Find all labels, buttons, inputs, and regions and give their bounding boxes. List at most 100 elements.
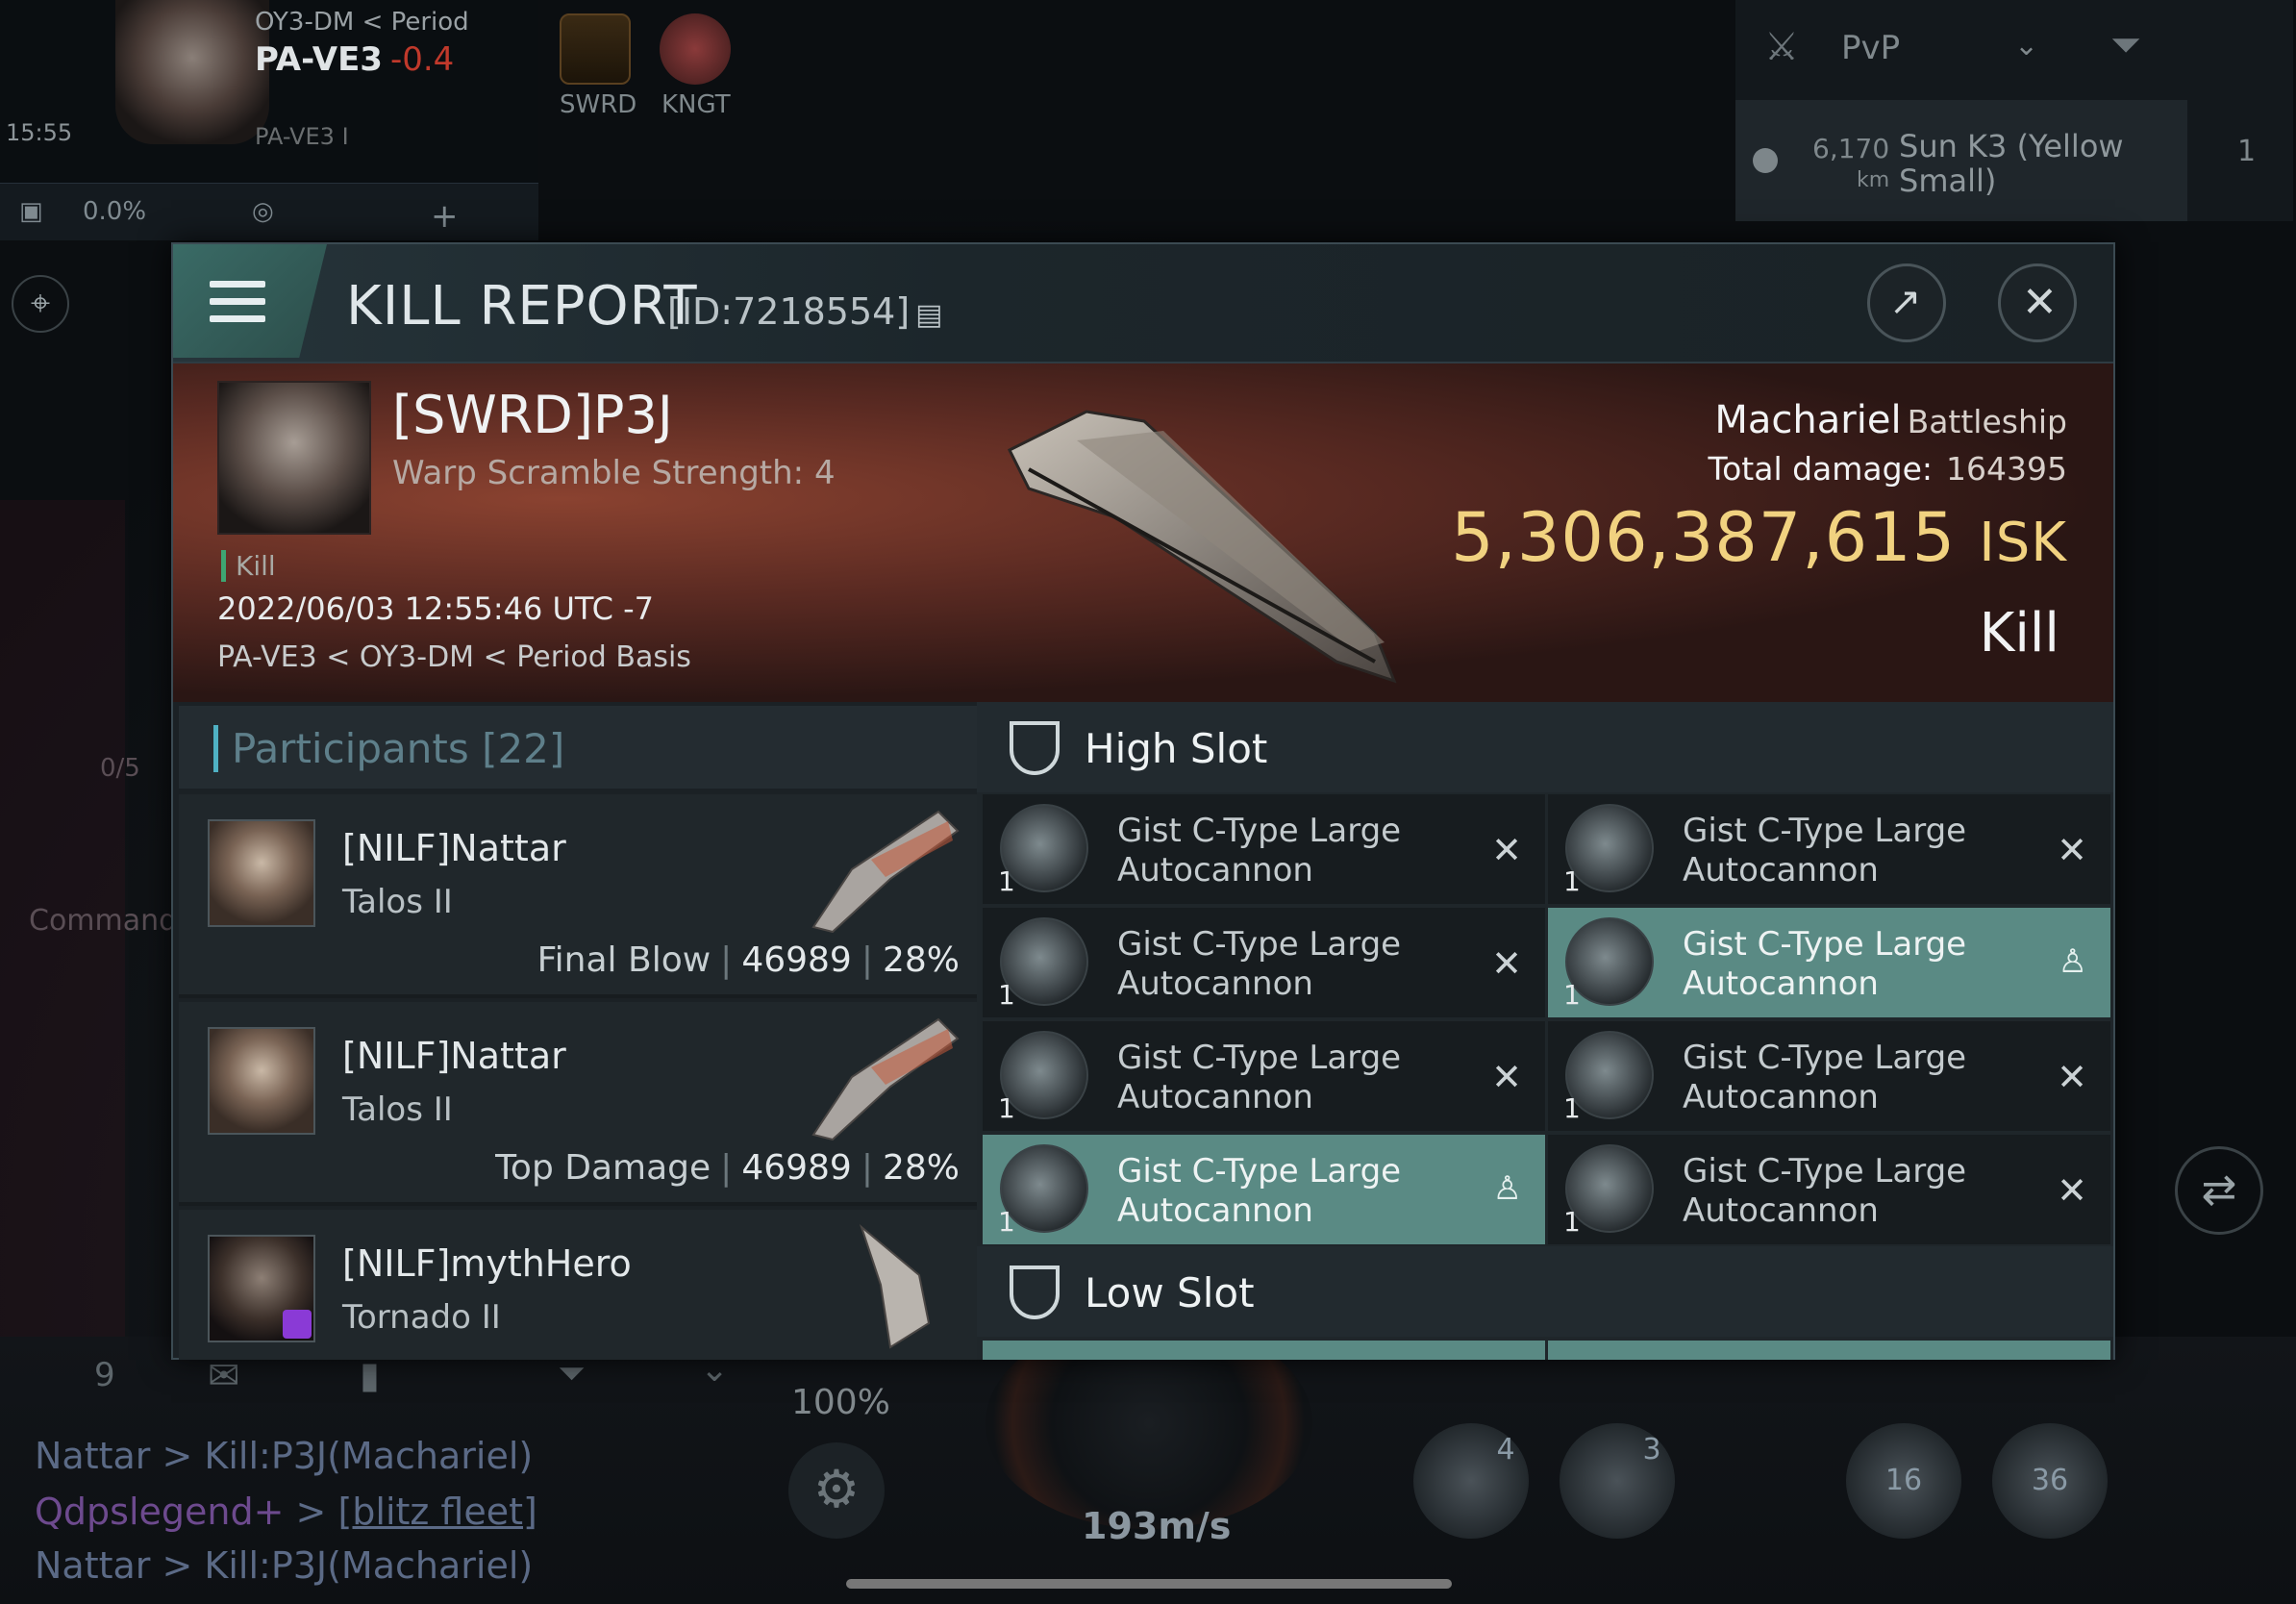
mail-count: 9 <box>94 1356 115 1394</box>
destroyed-icon: ✕ <box>1491 1056 1522 1098</box>
participant-ship: Tornado II <box>342 1298 501 1337</box>
chat-line[interactable]: Nattar > Kill:P3J(Machariel) <box>35 1544 533 1587</box>
overview-filter-select[interactable]: PvP <box>1841 29 1900 67</box>
low-slot-title: Low Slot <box>1085 1269 1255 1316</box>
dropped-person-icon: ♙ <box>2058 942 2087 981</box>
participant-row[interactable]: [NILF]Nattar Talos II Final Blow | 46989 | 2… <box>179 794 977 998</box>
kill-location[interactable]: PA-VE3 < OY3-DM < Period Basis <box>217 640 691 674</box>
timer-icon[interactable]: ◎ <box>252 197 274 226</box>
fitting-item[interactable]: 1 Gist C-Type Large Autocannon ✕ <box>983 794 1545 904</box>
item-name: Gist C-Type Large Autocannon <box>1117 925 1402 1003</box>
item-quantity: 1 <box>1563 979 1581 1011</box>
participant-stats: Top Damage | 46989 | 28% <box>495 1148 960 1188</box>
victim-name[interactable]: [SWRD]P3J <box>392 385 673 445</box>
item-name: Gist C-Type Large Autocannon <box>1117 812 1402 890</box>
destroyed-icon: ✕ <box>1491 829 1522 871</box>
high-slot-icon <box>1010 721 1060 775</box>
filter-icon[interactable]: ⏷ <box>2110 23 2141 67</box>
player-portrait[interactable] <box>115 0 269 144</box>
cargo-percent: 0.0% <box>83 197 147 226</box>
alliance-ticker: KNGT <box>661 90 731 119</box>
participant-row[interactable]: [NILF]mythHero Tornado II <box>179 1210 977 1360</box>
region-breadcrumb[interactable]: OY3-DM < Period <box>255 8 469 37</box>
participant-portrait[interactable] <box>208 819 315 927</box>
alliance-logo-icon[interactable] <box>660 13 731 85</box>
swords-icon: ⚔ <box>1764 25 1799 69</box>
corp-logo-icon[interactable] <box>560 13 631 85</box>
mail-icon[interactable]: ✉ <box>208 1354 240 1398</box>
participant-ship: Talos II <box>342 883 453 921</box>
add-icon[interactable]: + <box>431 197 459 236</box>
swap-icon[interactable]: ⇄ <box>2175 1146 2263 1235</box>
item-quantity: 1 <box>998 865 1015 897</box>
item-quantity: 1 <box>1563 1092 1581 1124</box>
left-sidebar: Command 0/5 <box>0 500 177 1462</box>
overview-row[interactable]: 6,170 km Sun K3 (Yellow Small) <box>1735 100 2187 221</box>
window-title: KILL REPORT <box>346 275 698 338</box>
victim-ship-image[interactable] <box>971 383 1510 690</box>
participant-stats: Final Blow | 46989 | 28% <box>537 940 960 980</box>
chevron-down-icon[interactable]: ⌄ <box>2014 29 2038 63</box>
hud-toolbar: ▣ 0.0% ◎ + <box>0 183 538 240</box>
participants-header: Participants [22] <box>179 706 977 789</box>
chat-icon[interactable]: ▮ <box>360 1354 380 1396</box>
item-name: Gist C-Type Large Autocannon <box>1683 1039 1967 1116</box>
corp-ticker: SWRD <box>560 90 637 119</box>
participant-ship-image <box>811 810 960 934</box>
module-button[interactable]: 4 <box>1413 1423 1529 1539</box>
system-name[interactable]: PA-VE3 -0.4 <box>255 40 454 79</box>
low-slot-item-partial[interactable] <box>983 1341 1545 1360</box>
participant-ship-image <box>811 1017 960 1141</box>
total-damage: Total damage: 164395 <box>1708 450 2067 488</box>
kill-datetime: 2022/06/03 12:55:46 UTC -7 <box>217 590 655 627</box>
menu-button[interactable] <box>173 244 327 358</box>
destroyed-icon: ✕ <box>1491 942 1522 985</box>
location-pin-icon[interactable]: ⌖ <box>12 275 69 333</box>
security-status: -0.4 <box>389 40 455 79</box>
participant-portrait[interactable] <box>208 1235 315 1342</box>
victim-portrait[interactable] <box>217 381 371 535</box>
share-icon: ↗ <box>1889 280 1922 324</box>
item-quantity: 1 <box>998 1092 1015 1124</box>
destroyed-icon: ✕ <box>2057 1056 2087 1098</box>
fitting-item-dropped[interactable]: 1 Gist C-Type Large Autocannon ♙ <box>1548 908 2110 1017</box>
dropped-person-icon: ♙ <box>1492 1169 1522 1208</box>
fitting-item[interactable]: 1 Gist C-Type Large Autocannon ✕ <box>1548 794 2110 904</box>
module-button[interactable]: 3 <box>1560 1423 1675 1539</box>
module-button[interactable]: 36 <box>1992 1423 2108 1539</box>
fitting-item-dropped[interactable]: 1 Gist C-Type Large Autocannon ♙ <box>983 1135 1545 1244</box>
low-slot-item-partial[interactable] <box>1548 1341 2110 1360</box>
victim-ship[interactable]: Machariel Battleship <box>1714 398 2067 442</box>
participant-row[interactable]: [NILF]Nattar Talos II Top Damage | 46989 | 2… <box>179 1002 977 1206</box>
participants-panel: Participants [22] [NILF]Nattar Talos II … <box>179 706 977 1360</box>
item-name: Gist C-Type Large Autocannon <box>1117 1152 1402 1230</box>
share-button[interactable]: ↗ <box>1867 263 1946 342</box>
menu-icon <box>210 281 265 288</box>
close-button[interactable]: ✕ <box>1998 263 2077 342</box>
high-slot-title: High Slot <box>1085 725 1268 772</box>
item-quantity: 1 <box>1563 1206 1581 1238</box>
cargo-icon[interactable]: ▣ <box>19 197 43 226</box>
item-quantity: 1 <box>998 1206 1015 1238</box>
settings-gear-icon[interactable]: ⚙ <box>788 1442 885 1539</box>
participant-portrait[interactable] <box>208 1027 315 1135</box>
participant-name: [NILF]mythHero <box>342 1242 632 1285</box>
chat-line[interactable]: Nattar > Kill:P3J(Machariel) <box>35 1435 533 1477</box>
counter-label: 0/5 <box>100 754 140 783</box>
fitting-item[interactable]: 1 Gist C-Type Large Autocannon ✕ <box>1548 1135 2110 1244</box>
throttle-percent: 100% <box>791 1383 890 1422</box>
window-titlebar: KILL REPORT [ID:7218554] ▤ ↗ ✕ <box>173 244 2113 363</box>
kill-id[interactable]: [ID:7218554] ▤ <box>667 290 943 333</box>
menu-icon-bar <box>210 315 265 322</box>
module-button[interactable]: 16 <box>1846 1423 1961 1539</box>
fitting-item[interactable]: 1 Gist C-Type Large Autocannon ✕ <box>983 1021 1545 1131</box>
chat-line[interactable]: Qdpslegend+ > [blitz fleet] <box>35 1491 537 1533</box>
sun-icon <box>1753 148 1778 173</box>
copy-icon[interactable]: ▤ <box>915 298 942 332</box>
menu-icon-bar <box>210 298 265 305</box>
home-indicator[interactable] <box>846 1579 1452 1589</box>
fitting-item[interactable]: 1 Gist C-Type Large Autocannon ✕ <box>1548 1021 2110 1131</box>
chat-filter-icon[interactable]: ⏷ <box>558 1354 586 1394</box>
high-slot-header: High Slot <box>977 702 2113 792</box>
fitting-item[interactable]: 1 Gist C-Type Large Autocannon ✕ <box>983 908 1545 1017</box>
